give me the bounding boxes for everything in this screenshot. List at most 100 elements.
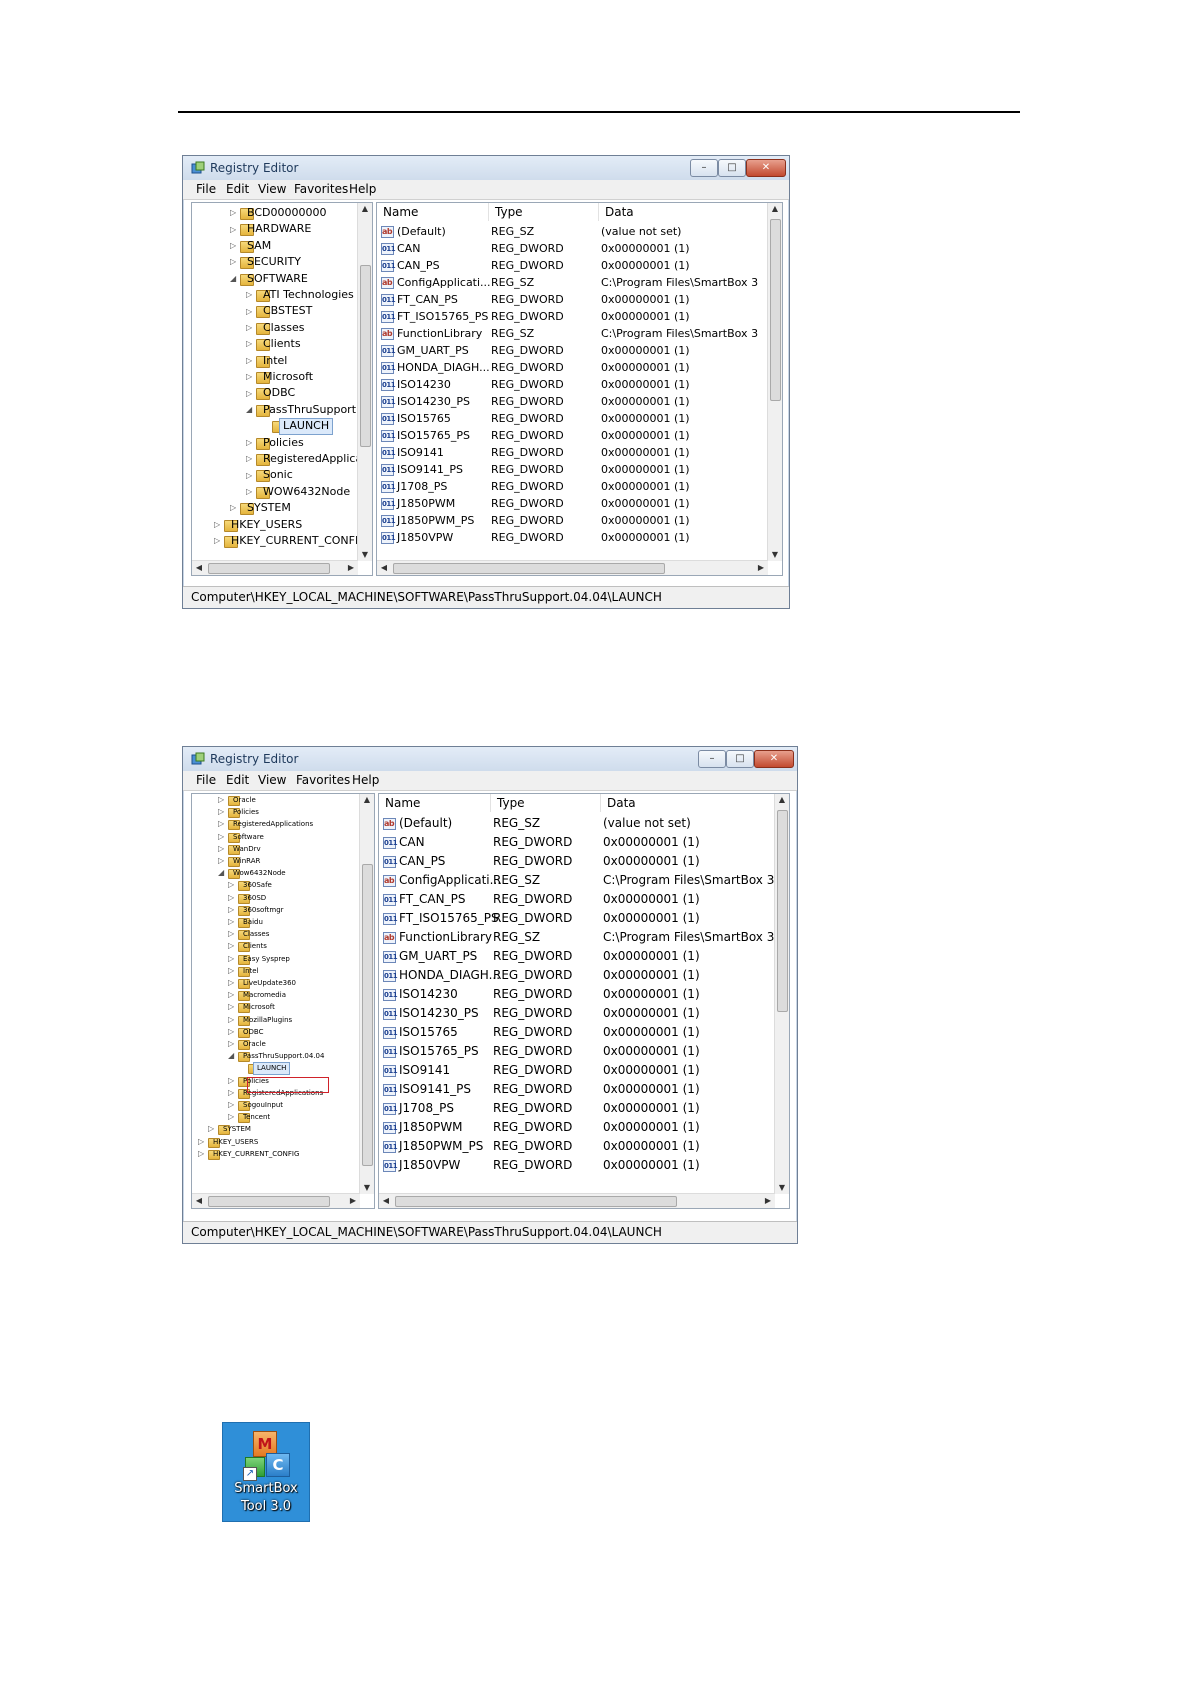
- menu-edit[interactable]: Edit: [226, 182, 249, 196]
- column-header-type[interactable]: Type: [489, 203, 599, 221]
- scroll-left-arrow[interactable]: ◀: [378, 562, 390, 574]
- expand-arrow-icon[interactable]: ◢: [228, 1051, 234, 1060]
- column-header-type[interactable]: Type: [491, 794, 601, 812]
- value-row[interactable]: 011 GM_UART_PS REG_DWORD 0x00000001 (1): [377, 342, 768, 359]
- smartbox-tool-desktop-icon[interactable]: M C ↗ SmartBox Tool 3.0: [222, 1422, 310, 1522]
- tree-node[interactable]: ◢ SOFTWARE: [192, 271, 356, 287]
- tree-node[interactable]: LAUNCH: [192, 418, 356, 435]
- value-row[interactable]: 011 FT_ISO15765_PS REG_DWORD 0x00000001 (1): [377, 308, 768, 325]
- tree-node[interactable]: ▷ ATI Technologies: [192, 287, 356, 303]
- tree-node[interactable]: ▷ SYSTEM: [192, 500, 356, 516]
- tree-node[interactable]: ▷ Classes: [192, 928, 358, 941]
- menu-favorites[interactable]: Favorites: [296, 773, 350, 787]
- list-vertical-scrollbar[interactable]: ▲ ▼: [774, 794, 789, 1194]
- expand-arrow-icon[interactable]: ▷: [246, 290, 252, 299]
- expand-arrow-icon[interactable]: ▷: [228, 905, 234, 914]
- value-row[interactable]: 011 ISO9141 REG_DWORD 0x00000001 (1): [377, 444, 768, 461]
- value-row[interactable]: 011 CAN_PS REG_DWORD 0x00000001 (1): [379, 852, 775, 871]
- expand-arrow-icon[interactable]: ▷: [218, 844, 224, 853]
- tree-node[interactable]: ▷ MozillaPlugins: [192, 1014, 358, 1026]
- expand-arrow-icon[interactable]: ▷: [246, 389, 252, 398]
- value-row[interactable]: ab (Default) REG_SZ (value not set): [377, 223, 768, 240]
- expand-arrow-icon[interactable]: ▷: [230, 257, 236, 266]
- maximize-button[interactable]: □: [726, 750, 754, 768]
- tree-node[interactable]: ▷ 360Safe: [192, 879, 358, 892]
- scroll-up-arrow[interactable]: ▲: [776, 794, 788, 806]
- scroll-down-arrow[interactable]: ▼: [359, 549, 371, 561]
- value-row[interactable]: 011 J1850PWM_PS REG_DWORD 0x00000001 (1): [377, 512, 768, 529]
- tree-node[interactable]: ▷ Intel: [192, 353, 356, 369]
- list-vertical-scrollbar[interactable]: ▲ ▼: [767, 203, 782, 561]
- value-row[interactable]: ab (Default) REG_SZ (value not set): [379, 814, 775, 833]
- expand-arrow-icon[interactable]: ▷: [214, 520, 220, 529]
- value-row[interactable]: 011 FT_ISO15765_PS REG_DWORD 0x00000001 (1): [379, 909, 775, 928]
- expand-arrow-icon[interactable]: ▷: [218, 807, 224, 816]
- scroll-right-arrow[interactable]: ▶: [762, 1195, 774, 1207]
- expand-arrow-icon[interactable]: ▷: [198, 1149, 204, 1158]
- title-bar[interactable]: Registry Editor – □ ✕: [183, 156, 789, 181]
- expand-arrow-icon[interactable]: ▷: [246, 356, 252, 365]
- tree-node[interactable]: ▷ WinRAR: [192, 855, 358, 867]
- expand-arrow-icon[interactable]: ▷: [230, 208, 236, 217]
- expand-arrow-icon[interactable]: ▷: [246, 438, 252, 447]
- tree-node[interactable]: ◢ PassThruSupport.(: [192, 402, 364, 418]
- title-bar[interactable]: Registry Editor – □ ✕: [183, 747, 797, 772]
- tree-node[interactable]: ▷ SAM: [192, 238, 356, 254]
- value-row[interactable]: 011 ISO14230 REG_DWORD 0x00000001 (1): [377, 376, 768, 393]
- key-tree[interactable]: ▷ Oracle ▷ Policies ▷ RegisteredApplications ▷…: [191, 793, 375, 1209]
- tree-node[interactable]: ▷ ODBC: [192, 1026, 358, 1038]
- expand-arrow-icon[interactable]: ▷: [230, 503, 236, 512]
- tree-node[interactable]: ▷ Intel: [192, 965, 358, 977]
- tree-vertical-scrollbar[interactable]: ▲ ▼: [357, 203, 372, 561]
- value-row[interactable]: 011 ISO14230_PS REG_DWORD 0x00000001 (1): [377, 393, 768, 410]
- value-row[interactable]: 011 CAN REG_DWORD 0x00000001 (1): [377, 240, 768, 257]
- expand-arrow-icon[interactable]: ▷: [228, 1015, 234, 1024]
- tree-node[interactable]: ▷ HKEY_CURRENT_CONFIG: [192, 533, 367, 549]
- column-header-name[interactable]: Name: [379, 794, 491, 812]
- scroll-down-arrow[interactable]: ▼: [769, 549, 781, 561]
- value-row[interactable]: 011 ISO15765 REG_DWORD 0x00000001 (1): [377, 410, 768, 427]
- scroll-thumb[interactable]: [395, 1196, 677, 1207]
- menu-file[interactable]: File: [196, 182, 216, 196]
- expand-arrow-icon[interactable]: ▷: [218, 819, 224, 828]
- expand-arrow-icon[interactable]: ▷: [218, 856, 224, 865]
- value-row[interactable]: 011 ISO9141 REG_DWORD 0x00000001 (1): [379, 1061, 775, 1080]
- value-row[interactable]: 011 FT_CAN_PS REG_DWORD 0x00000001 (1): [379, 890, 775, 909]
- list-horizontal-scrollbar[interactable]: ◀ ▶: [377, 560, 768, 575]
- expand-arrow-icon[interactable]: ▷: [228, 880, 234, 889]
- tree-node[interactable]: ▷ WOW6432Node: [192, 484, 356, 500]
- expand-arrow-icon[interactable]: ▷: [246, 471, 252, 480]
- tree-node[interactable]: ▷ Oracle: [192, 1038, 358, 1050]
- value-row[interactable]: 011 J1850PWM REG_DWORD 0x00000001 (1): [377, 495, 768, 512]
- expand-arrow-icon[interactable]: ▷: [218, 795, 224, 804]
- tree-node[interactable]: ▷ HKEY_USERS: [192, 1136, 358, 1148]
- scroll-left-arrow[interactable]: ◀: [193, 1195, 205, 1207]
- menu-view[interactable]: View: [258, 182, 286, 196]
- tree-node[interactable]: ▷ Classes: [192, 320, 356, 336]
- expand-arrow-icon[interactable]: ▷: [228, 954, 234, 963]
- menu-favorites[interactable]: Favorites: [294, 182, 348, 196]
- expand-arrow-icon[interactable]: ▷: [228, 1002, 234, 1011]
- value-row[interactable]: ab ConfigApplicati... REG_SZ C:\Program Fil…: [377, 274, 768, 291]
- value-row[interactable]: 011 HONDA_DIAGH... REG_DWORD 0x00000001 (1): [379, 966, 775, 985]
- tree-node[interactable]: ▷ Macromedia: [192, 989, 358, 1002]
- scroll-thumb[interactable]: [360, 265, 371, 447]
- close-button[interactable]: ✕: [754, 750, 794, 768]
- tree-node[interactable]: ▷ 360softmgr: [192, 904, 358, 916]
- value-row[interactable]: 011 ISO15765_PS REG_DWORD 0x00000001 (1): [377, 427, 768, 444]
- tree-node[interactable]: ▷ BCD00000000: [192, 205, 356, 221]
- value-list[interactable]: Name Type Data ab (Default) REG_SZ (value n…: [378, 793, 790, 1209]
- tree-node[interactable]: ▷ Oracle: [192, 794, 358, 806]
- scroll-right-arrow[interactable]: ▶: [347, 1195, 359, 1207]
- tree-node[interactable]: ▷ Policies: [192, 806, 358, 819]
- expand-arrow-icon[interactable]: ▷: [246, 339, 252, 348]
- value-row[interactable]: 011 FT_CAN_PS REG_DWORD 0x00000001 (1): [377, 291, 768, 308]
- tree-node[interactable]: ▷ SogouInput: [192, 1099, 358, 1111]
- value-row[interactable]: 011 GM_UART_PS REG_DWORD 0x00000001 (1): [379, 947, 775, 966]
- expand-arrow-icon[interactable]: ▷: [246, 323, 252, 332]
- scroll-up-arrow[interactable]: ▲: [361, 794, 373, 806]
- scroll-down-arrow[interactable]: ▼: [361, 1182, 373, 1194]
- minimize-button[interactable]: –: [698, 750, 726, 768]
- scroll-thumb[interactable]: [770, 219, 781, 401]
- tree-node[interactable]: LAUNCH: [192, 1062, 358, 1075]
